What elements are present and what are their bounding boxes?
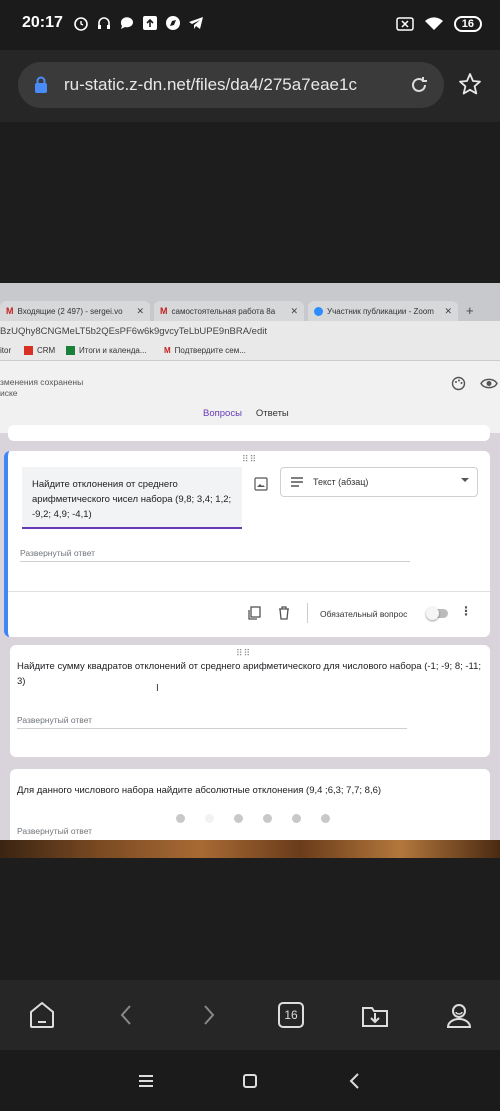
compass-icon <box>166 16 180 30</box>
bookmark-item: itor <box>0 346 12 355</box>
wifi-icon <box>424 17 443 30</box>
paragraph-icon <box>291 477 303 487</box>
photo-bottom-edge <box>0 840 500 858</box>
pager-dot[interactable] <box>321 814 330 823</box>
home-icon[interactable] <box>27 1000 57 1030</box>
status-right: 16 <box>396 14 482 34</box>
close-icon: ✕ <box>136 305 144 316</box>
status-bar: 20:17 16 <box>0 0 500 50</box>
screen-x-icon <box>396 17 414 31</box>
bookmark-item: Итоги и календа... <box>66 346 147 355</box>
text-cursor-icon: I <box>156 683 159 694</box>
browser-url-bar: ru-static.z-dn.net/files/da4/275a7eae1c <box>0 50 500 122</box>
tab-label: Входящие (2 497) - sergei.vo <box>17 306 123 316</box>
bookmark-item: CRM <box>24 346 55 355</box>
back-triangle-icon[interactable] <box>346 1072 364 1090</box>
alarm-icon <box>74 17 88 31</box>
answer-underline <box>20 561 410 562</box>
bookmark-item: M Подтвердите сем... <box>164 346 246 355</box>
form-body: ⠿⠿ Найдите отклонения от среднего арифме… <box>0 425 500 856</box>
lock-icon <box>35 76 47 93</box>
preview-eye-icon <box>480 378 498 389</box>
q1-type-label: Текст (абзац) <box>313 477 369 487</box>
star-icon[interactable] <box>458 72 482 96</box>
browser-toolbar: 16 <box>0 980 500 1050</box>
tab-label: самостоятельная работа 8а <box>171 306 276 316</box>
tabs-icon[interactable]: 16 <box>278 1002 304 1028</box>
zoom-icon <box>314 306 323 316</box>
required-toggle <box>426 607 448 620</box>
status-time: 20:17 <box>22 14 63 31</box>
home-square-icon[interactable] <box>241 1072 259 1090</box>
close-icon: ✕ <box>290 305 298 316</box>
question-card-1: ⠿⠿ Найдите отклонения от среднего арифме… <box>4 451 490 637</box>
photo-address: BzUQhy8CNGMeLT5b2QEsPF6w6k9gvcyTeLbUPE9n… <box>0 326 267 337</box>
more-vert-icon: ⋮ <box>460 604 472 618</box>
previous-card-edge <box>8 425 490 441</box>
q2-answer-placeholder: Развернутый ответ <box>17 715 93 725</box>
sheet-icon <box>66 346 75 355</box>
url-text[interactable]: ru-static.z-dn.net/files/da4/275a7eae1c <box>64 75 394 95</box>
telegram-icon <box>189 17 203 29</box>
photo-tab-3: Участник публикации - Zoom ✕ <box>308 301 458 321</box>
close-icon: ✕ <box>444 305 452 316</box>
question-card-2: ⠿⠿ Найдите сумму квадратов отклонений от… <box>10 645 490 757</box>
download-icon[interactable] <box>360 1000 390 1030</box>
q1-type-select: Текст (абзац) <box>280 467 478 497</box>
forward-icon[interactable] <box>193 1000 223 1030</box>
image-pager-dots <box>176 814 330 823</box>
q3-answer-placeholder: Развернутый ответ <box>17 826 93 836</box>
photo-bookmarks-bar: itor CRM Итоги и календа... M Подтвердите… <box>0 343 500 361</box>
chat-icon <box>120 17 133 29</box>
pager-dot-active[interactable] <box>205 814 214 823</box>
q1-title-field: Найдите отклонения от среднего арифметич… <box>22 467 242 529</box>
pager-dot[interactable] <box>292 814 301 823</box>
photo-tab-strip: M Входящие (2 497) - sergei.vo ✕ M самос… <box>0 283 500 321</box>
url-box[interactable]: ru-static.z-dn.net/files/da4/275a7eae1c <box>18 62 444 108</box>
tab-questions: Вопросы <box>203 408 242 419</box>
q2-text: Найдите сумму квадратов отклонений от ср… <box>17 661 482 687</box>
form-header: зменения сохранены иске Вопросы Ответы <box>0 361 500 433</box>
reload-icon[interactable] <box>408 74 430 96</box>
required-label: Обязательный вопрос <box>320 609 408 619</box>
q3-text: Для данного числового набора найдите абс… <box>17 785 382 796</box>
crm-icon <box>24 346 33 355</box>
gmail-icon: M <box>164 346 171 355</box>
duplicate-icon <box>248 606 261 620</box>
image-icon <box>254 477 268 491</box>
back-icon[interactable] <box>112 1000 142 1030</box>
tab-answers: Ответы <box>255 408 289 419</box>
drag-handle-icon: ⠿⠿ <box>242 454 258 464</box>
palette-icon <box>451 376 466 391</box>
photo-tab-2: M самостоятельная работа 8а ✕ <box>154 301 304 321</box>
trash-icon <box>279 606 289 620</box>
photo-address-row: BzUQhy8CNGMeLT5b2QEsPF6w6k9gvcyTeLbUPE9n… <box>0 321 500 343</box>
form-tabs: Вопросы Ответы <box>203 408 289 419</box>
battery-icon: 16 <box>453 16 482 32</box>
drag-handle-icon: ⠿⠿ <box>236 648 252 658</box>
tab-label: Участник публикации - Zoom <box>327 306 434 316</box>
pager-dot[interactable] <box>176 814 185 823</box>
q1-text: Найдите отклонения от среднего арифметич… <box>32 479 232 520</box>
photo-tab-1: M Входящие (2 497) - sergei.vo ✕ <box>0 301 150 321</box>
profile-icon[interactable] <box>444 1000 474 1030</box>
new-tab-icon: + <box>466 303 474 318</box>
gmail-icon: M <box>160 306 168 316</box>
q1-answer-placeholder: Развернутый ответ <box>20 548 96 558</box>
pager-dot[interactable] <box>234 814 243 823</box>
system-nav-bar <box>0 1050 500 1111</box>
gmail-icon: M <box>6 306 14 316</box>
saved-status: зменения сохранены иске <box>0 377 84 398</box>
photo-of-screen: M Входящие (2 497) - sergei.vo ✕ M самос… <box>0 283 500 856</box>
headphones-icon <box>98 17 110 29</box>
toolbar-divider <box>307 603 308 623</box>
answer-underline <box>17 728 407 729</box>
pager-dot[interactable] <box>263 814 272 823</box>
chevron-down-icon <box>461 478 469 482</box>
menu-icon[interactable] <box>137 1072 155 1090</box>
upload-icon <box>143 16 157 30</box>
card-divider <box>8 591 490 592</box>
